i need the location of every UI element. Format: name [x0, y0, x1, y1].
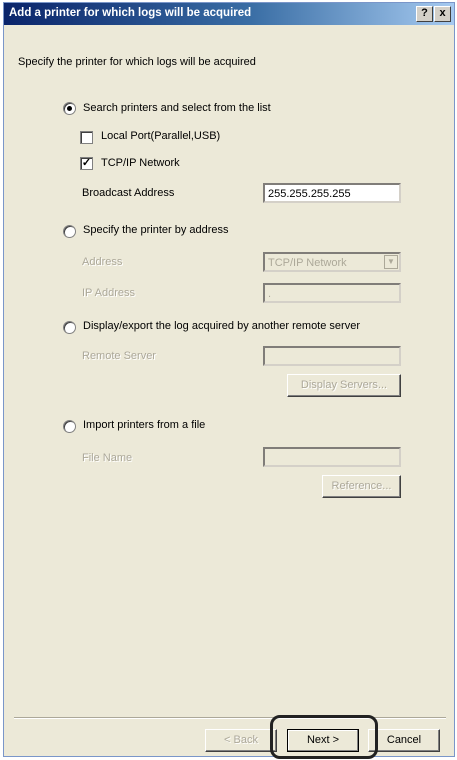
cancel-button[interactable]: Cancel — [368, 729, 440, 752]
address-type-select[interactable]: TCP/IP Network ▼ — [263, 252, 401, 272]
radio-import-file[interactable] — [63, 420, 76, 433]
title-bar: Add a printer for which logs will be acq… — [4, 3, 454, 25]
ip-address-label: IP Address — [82, 287, 135, 299]
remote-server-input[interactable] — [263, 346, 401, 366]
radio-remote-server-label[interactable]: Display/export the log acquired by anoth… — [83, 320, 360, 332]
dialog-window: Add a printer for which logs will be acq… — [3, 2, 455, 759]
radio-remote-server[interactable] — [63, 321, 76, 334]
help-button[interactable]: ? — [416, 6, 433, 22]
file-name-label: File Name — [82, 452, 133, 464]
local-port-checkbox[interactable] — [80, 131, 93, 144]
tcpip-checkbox[interactable]: ✓ — [80, 157, 93, 170]
intro-text: Specify the printer for which logs will … — [18, 56, 256, 68]
local-port-label[interactable]: Local Port(Parallel,USB) — [101, 130, 220, 142]
ip-address-input[interactable]: . — [263, 283, 401, 303]
window-title: Add a printer for which logs will be acq… — [9, 7, 252, 19]
broadcast-address-label: Broadcast Address — [82, 187, 175, 199]
reference-button[interactable]: Reference... — [322, 475, 401, 498]
address-type-value: TCP/IP Network — [268, 257, 347, 269]
close-button[interactable]: x — [434, 6, 451, 22]
display-servers-button[interactable]: Display Servers... — [287, 374, 401, 397]
tcpip-label[interactable]: TCP/IP Network — [101, 157, 180, 169]
remote-server-label: Remote Server — [82, 350, 156, 362]
radio-specify-address[interactable] — [63, 225, 76, 238]
back-button[interactable]: < Back — [205, 729, 277, 752]
radio-specify-address-label[interactable]: Specify the printer by address — [83, 224, 229, 236]
radio-import-file-label[interactable]: Import printers from a file — [83, 419, 205, 431]
radio-search-printers[interactable] — [63, 102, 76, 115]
broadcast-address-input[interactable]: 255.255.255.255 — [263, 183, 401, 203]
file-name-input[interactable] — [263, 447, 401, 467]
next-button-highlight — [270, 715, 378, 759]
footer-separator — [14, 717, 446, 719]
address-label: Address — [82, 256, 123, 268]
chevron-down-icon[interactable]: ▼ — [384, 255, 398, 269]
radio-search-printers-label[interactable]: Search printers and select from the list — [83, 102, 271, 114]
